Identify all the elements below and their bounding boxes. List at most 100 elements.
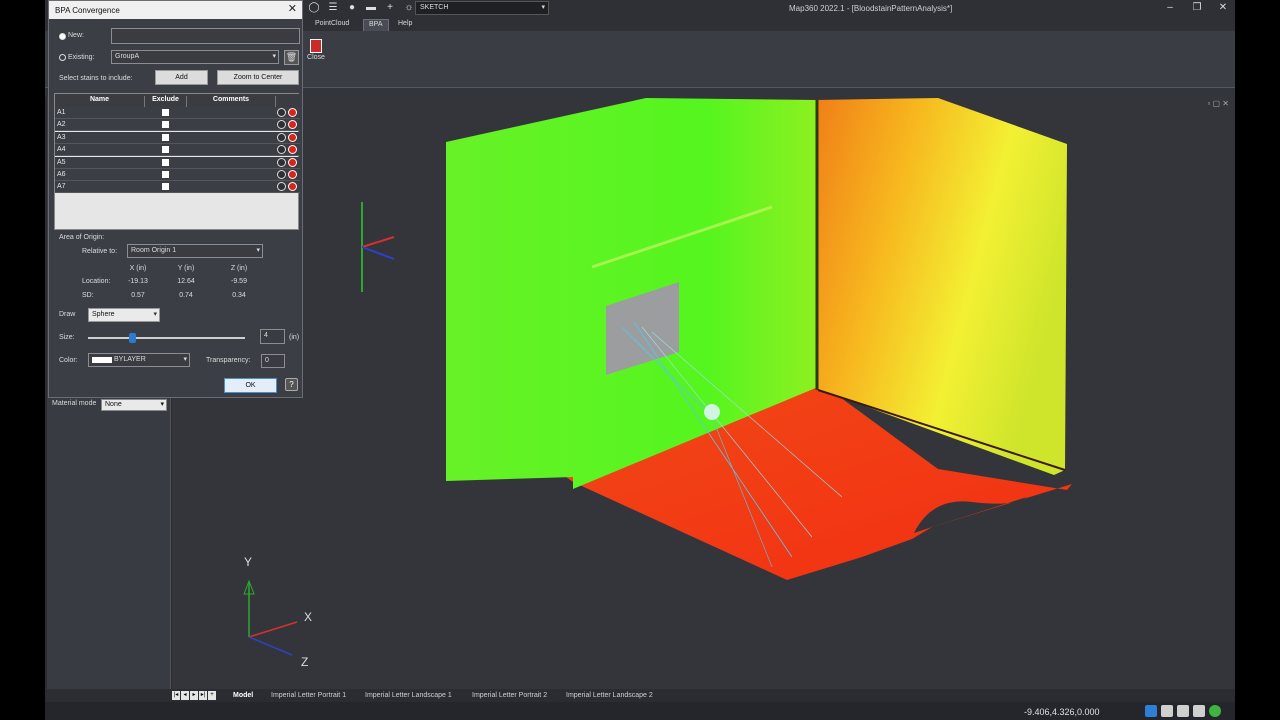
quick-access-toolbar: ◯ ☰ ● ▬ + ☼ [307, 0, 416, 16]
tab-bpa[interactable]: BPA [363, 19, 389, 31]
last-tab-icon[interactable]: ▸| [199, 691, 207, 700]
axis-x-label: X [304, 610, 313, 624]
sd-x: 0.57 [131, 292, 145, 299]
viewport-controls[interactable]: ▫ ▢ ✕ [1207, 99, 1229, 108]
table-row[interactable]: A4 [55, 144, 300, 157]
dialog-title-bar: BPA Convergence ✕ [49, 1, 302, 19]
delete-group-icon[interactable]: 🗑 [284, 50, 299, 65]
close-label: Close [307, 54, 325, 61]
relative-to-select[interactable]: Room Origin 1 ▾ [127, 244, 263, 258]
table-row[interactable]: A2 [55, 119, 300, 132]
zoom-icon[interactable] [277, 182, 286, 192]
minimize-icon[interactable]: – [1163, 2, 1177, 13]
new-label: New: [68, 32, 84, 39]
tab-layout-2[interactable]: Imperial Letter Landscape 1 [365, 692, 452, 699]
help-icon[interactable]: ? [285, 378, 298, 391]
tab-layout-4[interactable]: Imperial Letter Landscape 2 [566, 692, 653, 699]
window-title: Map360 2022.1 - [BloodstainPatternAnalys… [789, 4, 953, 13]
add-icon[interactable]: + [383, 1, 397, 15]
zoom-to-center-button[interactable]: Zoom to Center [217, 70, 299, 85]
tab-layout-3[interactable]: Imperial Letter Portrait 2 [472, 692, 547, 699]
stain-name: A1 [57, 109, 66, 116]
remove-icon[interactable] [288, 182, 297, 192]
sphere-icon[interactable]: ● [345, 1, 359, 15]
size-slider[interactable] [88, 337, 245, 339]
line-icon[interactable]: ▬ [364, 1, 378, 15]
existing-label: Existing: [68, 54, 95, 61]
remove-icon[interactable] [288, 120, 297, 130]
col-name: Name [55, 96, 145, 107]
zoom-icon[interactable] [277, 157, 286, 167]
new-group-input[interactable] [111, 28, 300, 44]
sun-icon[interactable]: ☼ [402, 1, 416, 15]
color-select[interactable]: BYLAYER ▾ [88, 353, 190, 367]
stain-table: Name Exclude Comments A1 A2 A3 A4 A5 A6 A7 [54, 93, 300, 230]
new-radio[interactable] [59, 33, 66, 40]
stain-name: A2 [57, 121, 66, 129]
zoom-icon[interactable] [277, 145, 286, 155]
tab-help[interactable]: Help [393, 19, 417, 31]
table-row[interactable]: A6 [55, 169, 300, 181]
zoom-icon[interactable] [277, 108, 286, 117]
color-label: Color: [59, 357, 78, 364]
col-x-header: X (in) [129, 265, 147, 272]
exclude-checkbox[interactable] [162, 146, 169, 154]
table-row[interactable]: A1 [55, 107, 300, 119]
prev-tab-icon[interactable]: ◂ [181, 691, 189, 700]
ok-button[interactable]: OK [224, 378, 277, 393]
status-bar: -9.406,4.326,0.000 [45, 702, 1235, 720]
exclude-checkbox[interactable] [162, 121, 169, 129]
size-slider-thumb[interactable] [128, 333, 136, 343]
close-icon[interactable]: ✕ [288, 4, 297, 15]
circle-tool-icon[interactable]: ◯ [307, 1, 321, 15]
remove-icon[interactable] [288, 108, 297, 117]
model-viewport[interactable]: Y X Z ▫ ▢ ✕ [172, 97, 1235, 689]
existing-group-select[interactable]: GroupA ▾ [111, 50, 279, 64]
remove-icon[interactable] [288, 157, 297, 167]
zoom-icon[interactable] [277, 170, 286, 179]
restore-icon[interactable]: ❐ [1190, 2, 1204, 13]
table-row[interactable]: A3 [55, 131, 300, 144]
zoom-icon[interactable] [277, 120, 286, 130]
stain-name: A5 [57, 158, 66, 166]
add-tab-icon[interactable]: + [208, 691, 216, 700]
exclude-checkbox[interactable] [162, 158, 169, 166]
color-swatch [92, 357, 112, 363]
next-tab-icon[interactable]: ▸ [190, 691, 198, 700]
tab-model[interactable]: Model [233, 692, 253, 699]
existing-radio[interactable] [59, 54, 66, 61]
tab-pointcloud[interactable]: PointCloud [310, 19, 354, 31]
tab-navigation[interactable]: |◂ ◂ ▸ ▸| + [172, 691, 216, 700]
draw-select[interactable]: Sphere ▾ [88, 308, 160, 322]
exclude-checkbox[interactable] [162, 109, 169, 116]
monitor-icon[interactable] [1161, 705, 1173, 717]
remove-icon[interactable] [288, 170, 297, 179]
material-mode-select[interactable]: None ▾ [101, 399, 167, 411]
chevron-down-icon: ▾ [183, 356, 187, 363]
close-bpa-button[interactable]: Close [305, 37, 327, 61]
layers-icon[interactable]: ☰ [326, 1, 340, 15]
exclude-checkbox[interactable] [162, 183, 169, 191]
workspace-select[interactable]: SKETCH ▾ [415, 1, 549, 15]
stain-name: A4 [57, 146, 66, 154]
size-input[interactable]: 4 [260, 329, 285, 344]
exclude-checkbox[interactable] [162, 133, 169, 141]
tab-layout-1[interactable]: Imperial Letter Portrait 1 [271, 692, 346, 699]
table-header: Name Exclude Comments [55, 94, 300, 107]
cursor-coordinates: -9.406,4.326,0.000 [1024, 707, 1100, 717]
globe-icon[interactable] [1145, 705, 1157, 717]
origin-sphere [704, 404, 720, 420]
add-button[interactable]: Add [155, 70, 208, 85]
table-row[interactable]: A5 [55, 156, 300, 169]
remove-icon[interactable] [288, 132, 297, 142]
first-tab-icon[interactable]: |◂ [172, 691, 180, 700]
chevron-down-icon: ▾ [272, 53, 276, 60]
zoom-icon[interactable] [277, 132, 286, 142]
table-row[interactable]: A7 [55, 181, 300, 194]
remove-icon[interactable] [288, 145, 297, 155]
exclude-checkbox[interactable] [162, 171, 169, 178]
settings-icon[interactable] [1193, 705, 1205, 717]
close-window-icon[interactable]: ✕ [1216, 2, 1230, 13]
windows-icon[interactable] [1177, 705, 1189, 717]
transparency-input[interactable]: 0 [261, 354, 285, 368]
